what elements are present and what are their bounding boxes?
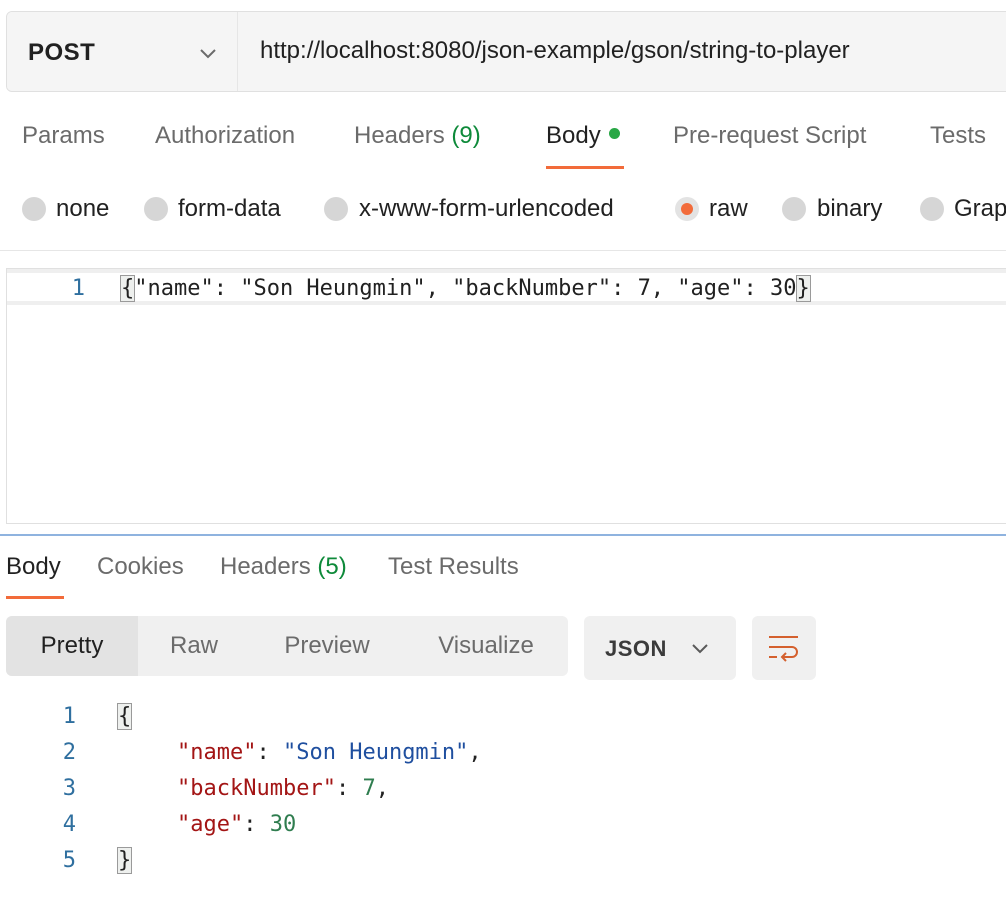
tab-label: Tests: [930, 122, 987, 149]
tab-label: Params: [22, 122, 105, 149]
brace-open: {: [116, 703, 133, 730]
json-key: "age": [177, 812, 244, 837]
line-number: 1: [71, 276, 85, 301]
json-separator: :: [335, 776, 363, 801]
view-visualize[interactable]: Visualize: [404, 616, 568, 676]
chevron-down-icon: [692, 644, 708, 654]
wrap-lines-button[interactable]: [752, 616, 816, 680]
radio-none[interactable]: [22, 197, 46, 221]
view-mode-segmented: Pretty Raw Preview Visualize: [6, 616, 568, 676]
response-body-viewer: 1 2 3 4 5 { "name": "Son Heungmin", "bac…: [0, 700, 1006, 900]
response-tab-cookies[interactable]: Cookies: [97, 553, 184, 581]
radio-x-www-form-urlencoded[interactable]: [324, 197, 348, 221]
pane-splitter[interactable]: [0, 534, 1006, 536]
body-modified-dot: [608, 128, 620, 140]
view-preview[interactable]: Preview: [250, 616, 404, 676]
method-label: POST: [28, 39, 96, 66]
tab-label: Body: [546, 122, 601, 149]
tab-label: Authorization: [155, 122, 296, 149]
tab-label: Headers: [354, 122, 445, 149]
line-number: 1: [62, 704, 76, 729]
line-number: 3: [62, 776, 76, 801]
tab-headers[interactable]: Headers (9): [354, 122, 481, 150]
json-value: 7: [362, 776, 376, 801]
headers-count: (9): [451, 122, 481, 149]
tab-body[interactable]: Body: [546, 122, 620, 150]
line-number: 2: [62, 740, 76, 765]
line-number: 5: [62, 848, 76, 873]
brace-close: }: [116, 847, 133, 874]
tab-label: Headers: [220, 553, 311, 580]
json-value: 30: [269, 812, 297, 837]
radio-binary[interactable]: [782, 197, 806, 221]
request-url-bar: POST http://localhost:8080/json-example/…: [6, 11, 1006, 92]
response-active-tab-indicator: [6, 596, 64, 599]
format-select-value: JSON: [605, 636, 667, 661]
tab-pre-request-script[interactable]: Pre-request Script: [673, 122, 866, 150]
response-tab-body[interactable]: Body: [6, 553, 61, 581]
code-line: {"name": "Son Heungmin", "backNumber": 7…: [119, 275, 811, 302]
active-tab-indicator: [546, 166, 624, 169]
code-line: "age": 30: [177, 812, 296, 837]
code-content: "name": "Son Heungmin", "backNumber": 7,…: [134, 276, 797, 301]
response-tab-test-results[interactable]: Test Results: [388, 553, 519, 581]
code-line: {: [116, 703, 133, 730]
radio-label-x-www-form-urlencoded: x-www-form-urlencoded: [359, 195, 614, 222]
wrap-lines-icon: [769, 636, 798, 662]
json-value: "Son Heungmin": [282, 740, 469, 765]
brace-open: {: [119, 275, 136, 302]
chevron-down-icon: [200, 49, 216, 59]
json-comma: ,: [468, 740, 482, 765]
json-separator: :: [243, 812, 270, 837]
method-select[interactable]: POST: [7, 12, 238, 91]
radio-form-data[interactable]: [144, 197, 168, 221]
view-pretty[interactable]: Pretty: [6, 616, 138, 676]
code-line: "name": "Son Heungmin",: [177, 740, 482, 765]
code-line: "backNumber": 7,: [177, 776, 389, 801]
line-number: 4: [62, 812, 76, 837]
tab-authorization[interactable]: Authorization: [155, 122, 295, 150]
tab-tests[interactable]: Tests: [930, 122, 986, 150]
tab-params[interactable]: Params: [22, 122, 105, 150]
response-headers-count: (5): [317, 553, 347, 580]
json-separator: :: [256, 740, 283, 765]
brace-close: }: [795, 275, 811, 302]
json-key: "backNumber": [177, 776, 336, 801]
radio-raw[interactable]: [675, 197, 699, 221]
radio-label-form-data: form-data: [178, 195, 281, 222]
code-line: }: [116, 847, 133, 874]
radio-label-raw: raw: [709, 195, 748, 222]
radio-label-binary: binary: [817, 195, 883, 222]
request-body-editor[interactable]: 1 {"name": "Son Heungmin", "backNumber":…: [6, 268, 1006, 524]
view-raw[interactable]: Raw: [138, 616, 250, 676]
radio-label-none: none: [56, 195, 110, 222]
json-key: "name": [177, 740, 257, 765]
tab-label: Pre-request Script: [673, 122, 867, 149]
radio-label-graphql: Grap: [954, 195, 1006, 222]
json-comma: ,: [375, 776, 389, 801]
response-tab-headers[interactable]: Headers (5): [220, 553, 347, 581]
divider: [0, 250, 1006, 251]
format-select[interactable]: JSON: [584, 616, 736, 680]
radio-graphql[interactable]: [920, 197, 944, 221]
url-input[interactable]: http://localhost:8080/json-example/gson/…: [260, 37, 850, 65]
